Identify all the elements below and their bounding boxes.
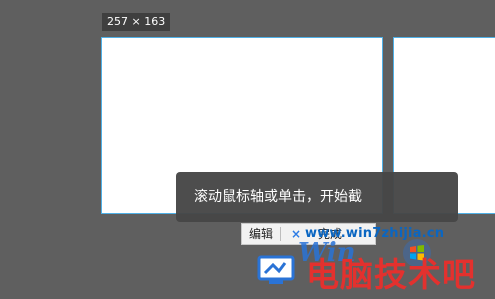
watermark-url: www.win7zhijia.cn xyxy=(305,226,445,241)
screen-capture-overlay: 257 × 163 滚动鼠标轴或单击，开始截 编辑 × 完成 Win www.w… xyxy=(0,0,495,299)
capture-hint-tooltip: 滚动鼠标轴或单击，开始截 xyxy=(176,172,458,222)
selection-size-badge: 257 × 163 xyxy=(102,13,171,31)
computer-logo-icon xyxy=(257,255,295,284)
watermark-title: 电脑技术吧 xyxy=(306,255,476,294)
edit-button[interactable]: 编辑 xyxy=(242,224,280,244)
capture-hint-text: 滚动鼠标轴或单击，开始截 xyxy=(194,189,362,205)
